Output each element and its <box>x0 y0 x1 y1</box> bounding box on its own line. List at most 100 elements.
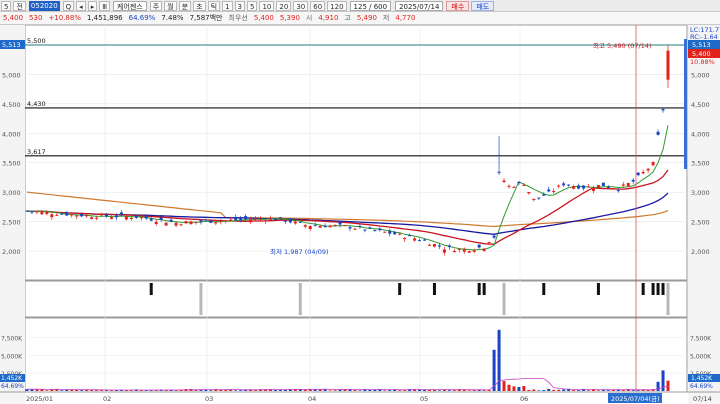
candle-body[interactable] <box>338 221 342 225</box>
candle-body[interactable] <box>273 219 277 221</box>
candle-body[interactable] <box>254 218 258 220</box>
candle-body[interactable] <box>532 198 536 201</box>
candle-body[interactable] <box>482 248 486 251</box>
period-60[interactable]: 60 <box>310 0 326 11</box>
candle-body[interactable] <box>124 216 128 220</box>
candle-body[interactable] <box>105 214 109 217</box>
candle-body[interactable] <box>437 245 441 247</box>
candle-body[interactable] <box>457 248 461 250</box>
candle-body[interactable] <box>154 221 158 225</box>
candle-body[interactable] <box>323 225 327 228</box>
candle-body[interactable] <box>293 221 297 224</box>
candle-body[interactable] <box>229 219 233 221</box>
volume-bar[interactable] <box>437 390 441 391</box>
candle-body[interactable] <box>318 225 322 228</box>
candle-body[interactable] <box>452 250 456 253</box>
candle-body[interactable] <box>547 189 551 192</box>
candle-body[interactable] <box>567 184 571 186</box>
volume-bar[interactable] <box>388 390 392 391</box>
candle-body[interactable] <box>373 230 377 232</box>
volume-bar[interactable] <box>557 389 561 391</box>
volume-bar[interactable] <box>547 388 551 391</box>
candle-body[interactable] <box>656 131 660 135</box>
candle-body[interactable] <box>164 222 168 226</box>
signal-panel[interactable] <box>24 280 688 318</box>
candle-body[interactable] <box>109 217 113 219</box>
candle-body[interactable] <box>497 171 501 173</box>
candle-body[interactable] <box>641 172 645 174</box>
period-1[interactable]: 1 <box>222 0 233 11</box>
chart-type-second[interactable]: 초 <box>193 0 206 11</box>
candle-body[interactable] <box>537 197 541 199</box>
volume-bar[interactable] <box>239 390 243 391</box>
candle-body[interactable] <box>100 214 104 216</box>
price-symbol[interactable]: 5 <box>1 0 12 11</box>
volume-bar[interactable] <box>656 381 660 391</box>
candle-body[interactable] <box>70 214 74 216</box>
candle-body[interactable] <box>586 186 590 188</box>
volume-bar[interactable] <box>512 386 516 391</box>
candle-body[interactable] <box>129 217 133 219</box>
candle-body[interactable] <box>144 216 148 219</box>
candle-body[interactable] <box>427 244 431 246</box>
volume-bar[interactable] <box>596 390 600 391</box>
candle-body[interactable] <box>214 222 218 224</box>
candle-body[interactable] <box>234 217 238 221</box>
candle-body[interactable] <box>487 242 491 244</box>
candle-body[interactable] <box>209 220 213 223</box>
candle-body[interactable] <box>552 190 556 192</box>
candle-body[interactable] <box>50 214 54 218</box>
volume-bar[interactable] <box>70 389 74 391</box>
stock-chart[interactable]: 5,500 4,430 3,617 5,000 5,000 4,500 4,500 4,00… <box>0 25 720 404</box>
candle-body[interactable] <box>611 188 615 190</box>
candle-body[interactable] <box>60 213 64 215</box>
chart-type-tick[interactable]: 틱 <box>207 0 221 11</box>
candle-body[interactable] <box>353 228 357 230</box>
period-5[interactable]: 5 <box>247 0 258 11</box>
candle-body[interactable] <box>413 238 417 241</box>
candle-body[interactable] <box>606 186 610 188</box>
volume-bar[interactable] <box>502 381 506 391</box>
candle-body[interactable] <box>472 250 476 252</box>
volume-bar[interactable] <box>383 390 387 391</box>
volume-bar[interactable] <box>482 390 486 391</box>
candle-body[interactable] <box>30 211 34 213</box>
chart-type-month[interactable]: 월 <box>164 0 177 11</box>
candle-body[interactable] <box>149 218 153 221</box>
candle-body[interactable] <box>507 185 511 187</box>
volume-bar[interactable] <box>353 390 357 391</box>
volume-bar[interactable] <box>542 390 546 391</box>
candle-body[interactable] <box>224 220 228 222</box>
candle-body[interactable] <box>328 225 332 228</box>
candle-body[interactable] <box>80 213 84 217</box>
volume-bar[interactable] <box>552 389 556 391</box>
volume-bar[interactable] <box>100 390 104 391</box>
candle-body[interactable] <box>45 211 49 215</box>
period-120[interactable]: 120 <box>327 0 347 11</box>
candle-body[interactable] <box>502 180 506 183</box>
volume-bar[interactable] <box>472 390 476 391</box>
candle-body[interactable] <box>169 219 173 222</box>
sell-button[interactable]: 매도 <box>471 0 495 11</box>
volume-panel[interactable] <box>24 317 688 393</box>
volume-bar[interactable] <box>358 390 362 391</box>
volume-bar[interactable] <box>224 390 228 391</box>
candle-body[interactable] <box>462 249 466 252</box>
volume-bar[interactable] <box>254 390 258 391</box>
candle-body[interactable] <box>194 221 198 223</box>
candle-body[interactable] <box>283 220 287 222</box>
volume-bar[interactable] <box>562 389 566 391</box>
candle-body[interactable] <box>651 162 655 166</box>
candle-body[interactable] <box>631 179 635 182</box>
candle-body[interactable] <box>90 217 94 220</box>
candle-body[interactable] <box>442 249 446 253</box>
candle-body[interactable] <box>189 221 193 225</box>
candle-body[interactable] <box>661 109 665 111</box>
candle-body[interactable] <box>184 221 188 224</box>
stock-code-input[interactable]: 052020 <box>28 0 60 11</box>
candle-body[interactable] <box>219 220 223 222</box>
candle-body[interactable] <box>527 191 531 194</box>
volume-bar[interactable] <box>537 390 541 391</box>
candle-body[interactable] <box>616 190 620 192</box>
candle-body[interactable] <box>268 217 272 220</box>
